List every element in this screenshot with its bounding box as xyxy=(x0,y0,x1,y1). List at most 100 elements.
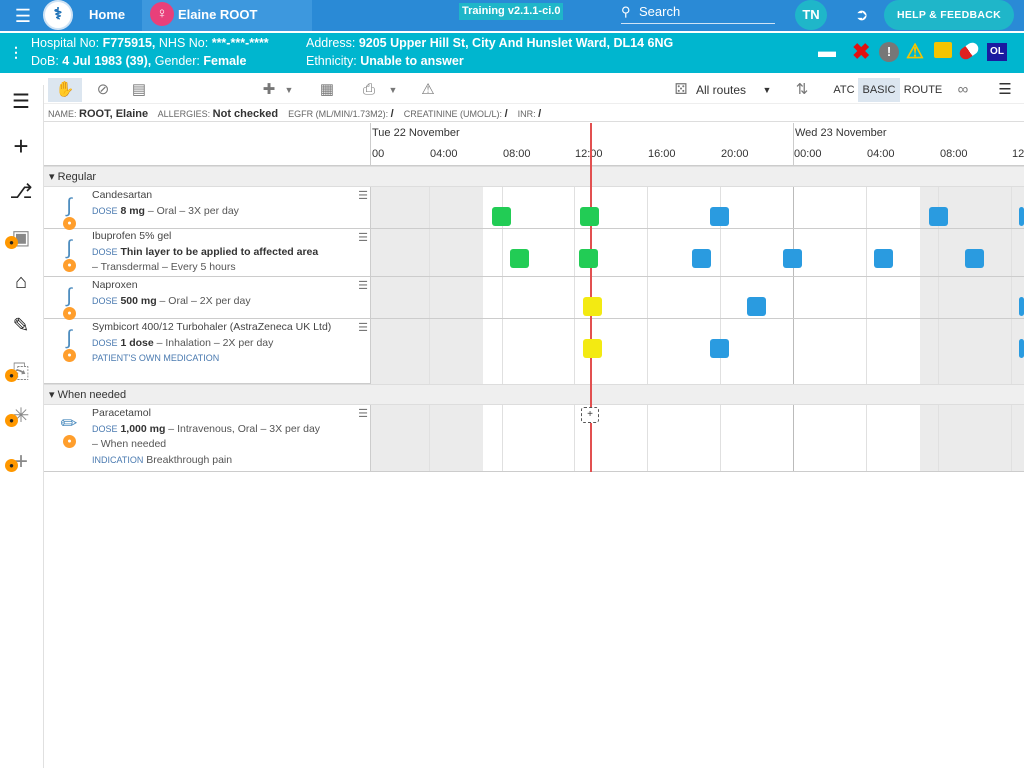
hour-label: 00 xyxy=(372,148,385,160)
search-label: Search xyxy=(639,4,681,19)
dose-given-marker[interactable] xyxy=(580,207,599,226)
hour-label: 08:00 xyxy=(940,148,968,160)
print-icon[interactable]: ⎙ xyxy=(354,78,384,102)
dose-planned-marker[interactable] xyxy=(1019,207,1024,226)
chart-toolbar: ✋ ⊘ ▤ ✚ ▼ ▦ ⎙ ▼ ⚠ ⚄ All routes ▼ ⇅ ATC B… xyxy=(44,76,1024,104)
dose-planned-marker[interactable] xyxy=(747,297,766,316)
dose-due-marker[interactable] xyxy=(583,297,602,316)
hour-label: 12 xyxy=(1012,148,1024,160)
dose-planned-marker[interactable] xyxy=(1019,339,1024,358)
dose-given-marker[interactable] xyxy=(579,249,598,268)
document-icon[interactable]: ▤ xyxy=(124,78,154,102)
pills-icon[interactable]: ∞ xyxy=(948,78,978,102)
hour-label: 20:00 xyxy=(721,148,749,160)
row-menu-icon[interactable]: ☰ xyxy=(358,231,368,247)
routes-icon: ⚄ xyxy=(674,81,688,98)
dose-planned-marker[interactable] xyxy=(1019,297,1024,316)
hospital-line: Hospital No: F775915, NHS No: ***-***-**… xyxy=(31,36,269,50)
table-bottom-border xyxy=(44,471,1024,472)
hour-label: 12:00 xyxy=(575,148,603,160)
training-badge: Training v2.1.1-ci.0 xyxy=(459,3,564,20)
dose-planned-marker[interactable] xyxy=(965,249,984,268)
day-label: Tue 22 November xyxy=(372,127,460,139)
notes-icon[interactable] xyxy=(934,42,952,58)
medication-row[interactable]: ∫ ● ☰ Symbicort 400/12 Turbohaler (AstraZ… xyxy=(44,319,371,384)
more-vertical-icon[interactable]: ⋮ xyxy=(9,44,23,61)
dose-planned-marker[interactable] xyxy=(783,249,802,268)
warning-icon[interactable]: ⚠ xyxy=(906,39,924,64)
user-avatar[interactable]: TN xyxy=(795,0,827,30)
hospital-number: F775915, xyxy=(102,36,156,50)
section-regular[interactable]: ▾ Regular xyxy=(44,166,1024,187)
cross-alert-icon[interactable]: ✖ xyxy=(852,39,870,65)
stethoscope-icon[interactable]: ⎇ xyxy=(8,179,34,205)
hand-medication-icon[interactable]: ✋ xyxy=(48,78,82,102)
add-prn-dose-button[interactable]: + xyxy=(581,407,599,423)
medication-row[interactable]: ∫ ● ☰ Candesartan DOSE 8 mg – Oral – 3X p… xyxy=(44,187,371,230)
chevron-down-icon[interactable]: ▼ xyxy=(282,78,296,102)
section-when-needed[interactable]: ▾ When needed xyxy=(44,384,1024,405)
lock-icon: ● xyxy=(5,459,18,472)
row-menu-icon[interactable]: ☰ xyxy=(358,407,368,423)
warning-outline-icon[interactable]: ⚠ xyxy=(413,78,443,102)
oral-medication-icon: ∫ ● xyxy=(58,195,80,230)
dose-given-marker[interactable] xyxy=(492,207,511,226)
sort-icon[interactable]: ⇅ xyxy=(789,78,815,102)
logout-icon[interactable]: ➲ xyxy=(855,5,868,25)
top-bar: ☰ ⚕ Home ♀ Elaine ROOT Training v2.1.1-c… xyxy=(0,0,1024,31)
list-icon[interactable]: ☰ xyxy=(8,89,34,115)
oral-medication-icon: ∫ ● xyxy=(58,285,80,320)
female-patient-icon: ♀ xyxy=(150,2,174,26)
search-input[interactable]: ⚲ Search xyxy=(621,2,775,24)
calculator-icon[interactable]: ▦ xyxy=(312,78,342,102)
more-menu-icon[interactable]: ☰ xyxy=(990,78,1020,102)
add-icon[interactable]: + xyxy=(8,133,34,159)
menu-icon[interactable]: ☰ xyxy=(12,6,34,26)
row-menu-icon[interactable]: ☰ xyxy=(358,189,368,205)
medication-row[interactable]: ∫ ● ☰ Naproxen DOSE 500 mg – Oral – 2X pe… xyxy=(44,277,371,320)
pill-disc-icon[interactable]: ⊘ xyxy=(88,78,118,102)
medication-row[interactable]: ✏ ● ☰ Paracetamol DOSE 1,000 mg – Intrave… xyxy=(44,405,371,472)
routes-select[interactable]: All routes xyxy=(696,83,746,97)
app-logo: ⚕ xyxy=(43,0,73,30)
dose-planned-marker[interactable] xyxy=(710,339,729,358)
row-menu-icon[interactable]: ☰ xyxy=(358,321,368,337)
patient-info-bar: NAME: ROOT, Elaine ALLERGIES: Not checke… xyxy=(44,106,1024,122)
dose-planned-marker[interactable] xyxy=(692,249,711,268)
edit-document-icon[interactable]: ✎ xyxy=(8,313,34,339)
basic-button[interactable]: BASIC xyxy=(858,78,900,102)
gender-value: Female xyxy=(203,54,247,68)
exclamation-icon[interactable]: ! xyxy=(879,42,899,62)
patient-tab-name[interactable]: Elaine ROOT xyxy=(178,7,257,22)
atc-button[interactable]: ATC xyxy=(826,78,862,102)
timeline-header: Tue 22 November Wed 23 November 00 04:00… xyxy=(44,123,1024,166)
address-value: 9205 Upper Hill St, City And Hunslet War… xyxy=(358,36,674,50)
medication-name: Naproxen xyxy=(92,279,138,291)
dose-planned-marker[interactable] xyxy=(929,207,948,226)
add-medication-icon[interactable]: ✚ xyxy=(254,78,284,102)
day-label: Wed 23 November xyxy=(795,127,887,139)
dob-value: 4 Jul 1983 (39), xyxy=(62,54,152,68)
pill-icon[interactable] xyxy=(957,40,981,62)
dose-planned-marker[interactable] xyxy=(874,249,893,268)
chevron-down-icon[interactable]: ▼ xyxy=(386,78,400,102)
dose-due-marker[interactable] xyxy=(583,339,602,358)
patient-banner: ⋮ Hospital No: F775915, NHS No: ***-***-… xyxy=(0,33,1024,73)
medication-name: Ibuprofen 5% gel xyxy=(92,230,172,242)
ol-badge[interactable]: OL xyxy=(987,43,1007,61)
route-button[interactable]: ROUTE xyxy=(902,78,944,102)
row-menu-icon[interactable]: ☰ xyxy=(358,279,368,295)
chevron-down-icon[interactable]: ▼ xyxy=(760,78,774,102)
info-name: ROOT, Elaine xyxy=(79,108,149,120)
dose-given-marker[interactable] xyxy=(510,249,529,268)
house-plus-icon[interactable]: ⌂ xyxy=(8,269,34,295)
medication-name: Candesartan xyxy=(92,189,153,201)
hour-label: 04:00 xyxy=(430,148,458,160)
hour-label: 00:00 xyxy=(794,148,822,160)
home-link[interactable]: Home xyxy=(89,7,125,22)
timeline-grid xyxy=(371,166,1024,472)
medication-row[interactable]: ∫ ● ☰ Ibuprofen 5% gel DOSE Thin layer to… xyxy=(44,229,371,277)
bed-icon[interactable]: ▬ xyxy=(818,41,836,62)
dose-planned-marker[interactable] xyxy=(710,207,729,226)
help-feedback-button[interactable]: HELP & FEEDBACK xyxy=(884,0,1014,30)
